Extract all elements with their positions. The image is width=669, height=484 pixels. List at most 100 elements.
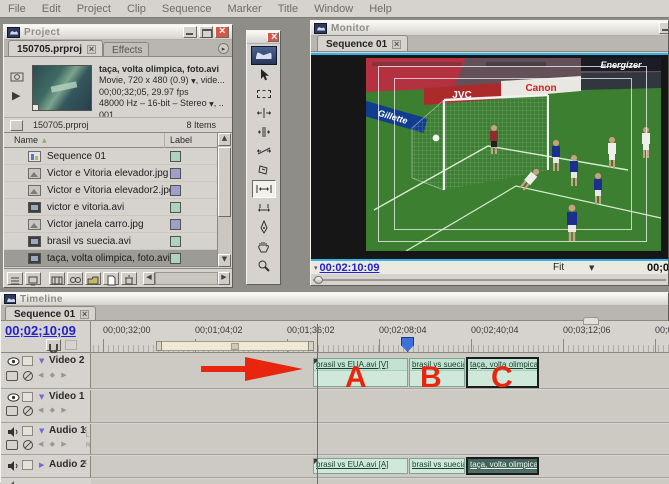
- tab-close-icon[interactable]: ×: [80, 310, 90, 319]
- collapse-icon[interactable]: ▼: [39, 427, 44, 435]
- close-icon[interactable]: [267, 31, 279, 43]
- menu-edit[interactable]: Edit: [34, 3, 69, 15]
- tab-effects[interactable]: Effects: [103, 42, 150, 56]
- menu-title[interactable]: Title: [270, 3, 306, 15]
- selection-tool[interactable]: [252, 66, 276, 84]
- collapse-icon[interactable]: ▼: [39, 393, 44, 401]
- track-close-icon[interactable]: ✕: [81, 458, 88, 467]
- clip-audio-a[interactable]: brasil vs EUA.avi [A]: [313, 458, 408, 474]
- thumbnail-handle[interactable]: [32, 104, 39, 111]
- label-swatch[interactable]: [170, 167, 181, 179]
- pen-tool[interactable]: [252, 218, 276, 236]
- menu-marker[interactable]: Marker: [219, 3, 269, 15]
- ripple-edit-tool[interactable]: [252, 104, 276, 122]
- razor-tool[interactable]: [252, 161, 276, 179]
- menu-help[interactable]: Help: [361, 3, 400, 15]
- panel-menu-icon[interactable]: ▸: [218, 43, 229, 54]
- hscroll-right-icon[interactable]: ▶: [218, 271, 230, 285]
- track-lock-toggle[interactable]: [22, 356, 33, 366]
- speaker-icon[interactable]: [7, 461, 19, 471]
- track-lock-toggle[interactable]: [22, 392, 33, 402]
- label-swatch[interactable]: [170, 218, 181, 230]
- list-item[interactable]: brasil vs suecia.avi: [4, 233, 217, 250]
- snap-toggle-button[interactable]: [46, 339, 61, 354]
- display-style-icon[interactable]: [6, 440, 18, 450]
- tab-close-icon[interactable]: ×: [87, 45, 97, 54]
- new-item-icon[interactable]: [103, 271, 119, 285]
- playhead-line[interactable]: [317, 324, 318, 484]
- speaker-icon[interactable]: [7, 427, 19, 437]
- sync-lock-icon[interactable]: [22, 405, 34, 417]
- label-swatch[interactable]: [170, 150, 181, 162]
- track-visibility-icon[interactable]: [7, 357, 20, 366]
- label-swatch[interactable]: [170, 201, 181, 213]
- collapse-icon[interactable]: ▼: [39, 357, 44, 365]
- track-visibility-icon[interactable]: [7, 393, 20, 402]
- keyframe-nav-icons[interactable]: ◀ ◆ ▶: [38, 440, 69, 448]
- work-area-end-handle[interactable]: [308, 341, 314, 351]
- list-item[interactable]: victor e vitoria.avi: [4, 199, 217, 216]
- work-area-start-handle[interactable]: [156, 341, 162, 351]
- hscroll-left-icon[interactable]: ◀: [143, 271, 155, 285]
- zoom-tool[interactable]: [252, 256, 276, 274]
- delete-icon[interactable]: [121, 271, 137, 285]
- list-item[interactable]: Sequence 01: [4, 148, 217, 165]
- rate-stretch-tool[interactable]: [252, 142, 276, 160]
- hand-tool[interactable]: [252, 237, 276, 255]
- sync-lock-icon[interactable]: [22, 370, 34, 382]
- column-label[interactable]: Label: [170, 135, 192, 145]
- display-style-icon[interactable]: [6, 406, 18, 416]
- keyframe-nav-icons[interactable]: ◀ ◆ ▶: [38, 371, 69, 379]
- timeline-current-timecode[interactable]: 00;02;10;09: [5, 323, 76, 338]
- tab-sequence-timeline[interactable]: Sequence 01 ×: [5, 306, 97, 320]
- tab-close-icon[interactable]: ×: [392, 40, 402, 49]
- monitor-titlebar[interactable]: Monitor: [311, 21, 668, 36]
- track-select-tool[interactable]: [252, 85, 276, 103]
- preview-thumbnail[interactable]: [32, 65, 92, 111]
- play-preview-button[interactable]: ▶: [12, 89, 20, 102]
- menu-sequence[interactable]: Sequence: [154, 3, 220, 15]
- set-markers-button[interactable]: [65, 340, 77, 350]
- bin-up-icon[interactable]: [10, 119, 23, 131]
- keyframe-nav-icons[interactable]: ◀ ◆ ▶: [38, 406, 69, 414]
- track-lock-toggle[interactable]: [22, 460, 33, 470]
- icon-view-icon[interactable]: [25, 271, 41, 285]
- list-view-icon[interactable]: [7, 271, 23, 285]
- zoom-level-value[interactable]: Fit: [553, 262, 564, 273]
- list-item[interactable]: Victor e Vitoria elevador2.jpg: [4, 182, 217, 199]
- label-swatch[interactable]: [170, 184, 181, 196]
- tab-project-file[interactable]: 150705.prproj ×: [8, 40, 104, 56]
- maximize-button[interactable]: [199, 26, 213, 38]
- sort-asc-icon[interactable]: ▲: [42, 137, 47, 144]
- menu-project[interactable]: Project: [69, 3, 119, 15]
- timeline-titlebar[interactable]: Timeline: [1, 293, 668, 306]
- project-hscrollbar[interactable]: [155, 271, 218, 285]
- time-ruler[interactable]: 00;00;32;00 00;01;04;02 00;01;36;02 00;0…: [91, 317, 669, 353]
- scroll-thumb[interactable]: [218, 147, 231, 217]
- work-area-bar[interactable]: [156, 341, 314, 351]
- list-item[interactable]: Victor janela carro.jpg: [4, 216, 217, 233]
- column-name[interactable]: Name: [14, 135, 38, 145]
- project-vscrollbar[interactable]: ▲ ▼: [217, 133, 231, 267]
- display-style-icon[interactable]: [6, 371, 18, 381]
- automate-to-sequence-icon[interactable]: [49, 271, 65, 285]
- zoom-dropdown-icon[interactable]: ▼: [589, 264, 594, 272]
- rolling-edit-tool[interactable]: [252, 123, 276, 141]
- minimize-button[interactable]: [659, 22, 668, 34]
- menu-file[interactable]: File: [0, 3, 34, 15]
- label-swatch[interactable]: [170, 252, 181, 264]
- work-area-grip[interactable]: [231, 343, 239, 350]
- track-lock-toggle[interactable]: [22, 426, 33, 436]
- scrubber-track[interactable]: [313, 279, 666, 281]
- poster-frame-button[interactable]: [10, 69, 24, 87]
- list-item-selected[interactable]: taça, volta olimpica, foto.avi: [4, 250, 217, 267]
- tools-titlebar[interactable]: [247, 31, 280, 44]
- column-divider[interactable]: [164, 133, 165, 148]
- menu-window[interactable]: Window: [306, 3, 361, 15]
- disclosure-icon[interactable]: ▾: [314, 264, 318, 272]
- premiere-logo-button[interactable]: [250, 46, 277, 65]
- project-titlebar[interactable]: Project: [4, 25, 232, 40]
- zoom-scroll-handle[interactable]: [583, 317, 599, 325]
- sync-lock-icon[interactable]: [22, 439, 34, 451]
- tab-sequence-monitor[interactable]: Sequence 01 ×: [317, 35, 409, 51]
